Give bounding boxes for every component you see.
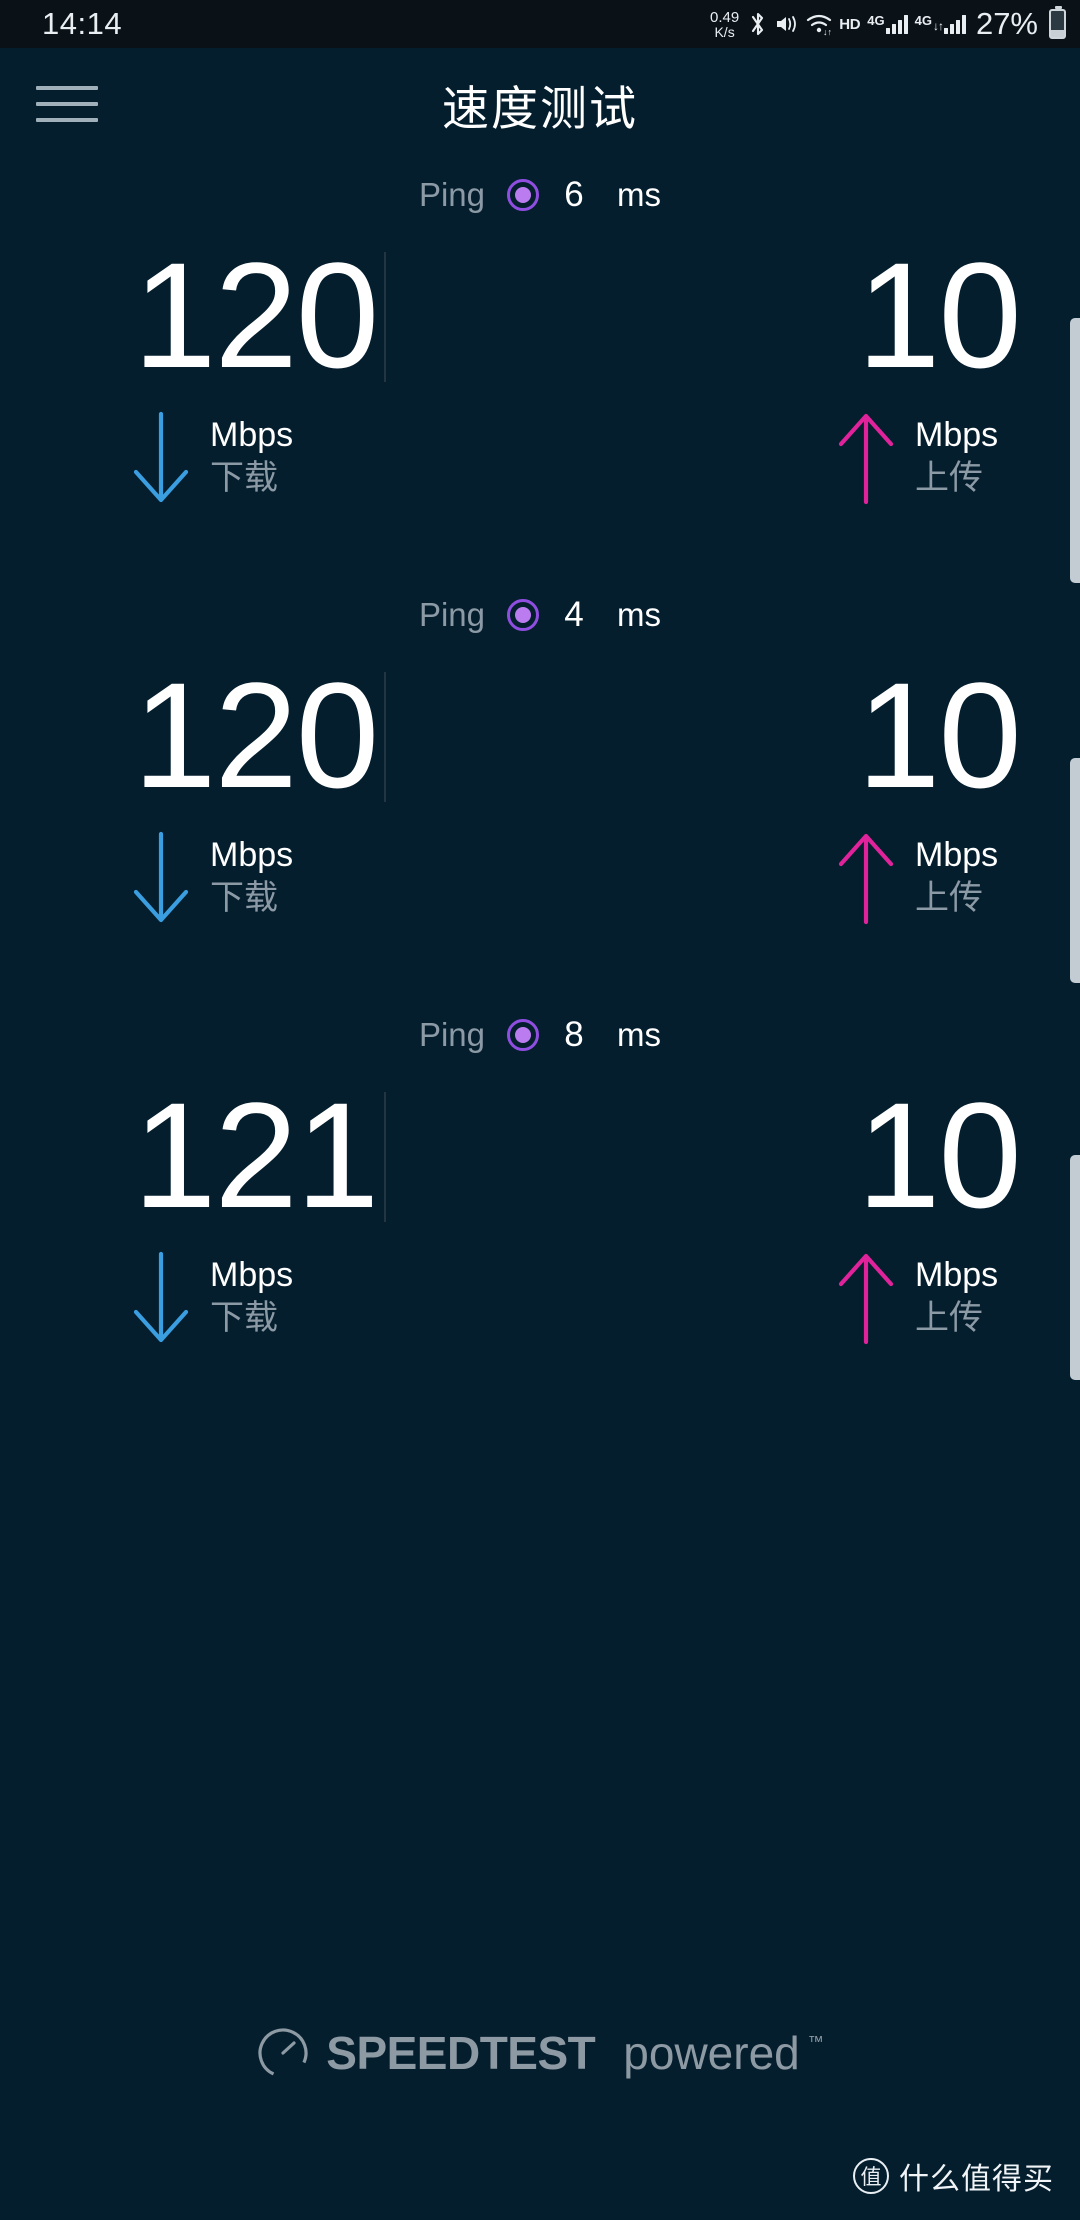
sim2-network-type-label: 4G [914,13,932,28]
signal-bars-sim2-icon: 4G ↓↑ [915,14,966,34]
upload-arrow-icon [838,413,894,505]
speedtest-brand: SPEEDTEST powered ™ [0,2026,1080,2080]
ping-value: 4 [564,595,584,634]
download-result: 120 Mbps 下载 [0,230,379,580]
download-label: 下载 [210,1298,278,1337]
ping-indicator-icon [507,1019,540,1051]
download-unit: Mbps [210,1256,294,1294]
watermark-text: 什么值得买 [899,2163,1054,2196]
ping-row: Ping 6 ms [0,160,1080,230]
bluetooth-icon [748,11,768,37]
svg-text:↓↑: ↓↑ [823,27,832,36]
upload-arrow-icon [838,1253,894,1345]
battery-icon [1049,6,1066,39]
signal-bars-sim1-icon: 4G [867,13,908,34]
sim1-network-type-label: 4G [867,13,885,28]
upload-arrow-icon [838,833,894,925]
upload-value: 10 [857,231,1022,399]
brand-name: SPEEDTEST [326,2027,596,2079]
upload-unit: Mbps [915,1256,999,1294]
scroll-indicator[interactable] [1070,1155,1080,1380]
network-rate-value: 0.49 [709,8,740,26]
ping-value: 6 [564,175,584,214]
download-arrow-icon [133,1251,189,1343]
upload-result: 10 Mbps 上传 [355,230,1080,580]
upload-label: 上传 [915,878,983,917]
download-arrow-icon [133,831,189,923]
ping-label: Ping [418,596,486,633]
ping-unit: ms [617,596,662,633]
scroll-indicator[interactable] [1070,318,1080,583]
download-value: 120 [133,651,379,819]
ping-indicator-icon [507,179,540,211]
upload-unit: Mbps [915,836,999,874]
result-block[interactable]: 120 Mbps 下载 10 Mbps 上传 [0,650,1080,1000]
download-unit: Mbps [210,836,294,874]
speedometer-icon [258,2028,308,2078]
upload-label: 上传 [915,1298,983,1337]
trademark-symbol: ™ [807,2034,824,2051]
ping-value: 8 [564,1015,584,1054]
battery-percent-label: 27% [975,6,1038,41]
download-label: 下载 [210,878,278,917]
hd-icon: HD [839,15,861,33]
data-transfer-arrows-icon: ↓↑ [932,19,944,33]
download-arrow-icon [133,411,189,503]
ping-label: Ping [418,1016,486,1053]
download-value: 120 [133,231,379,399]
hamburger-menu-icon[interactable] [36,82,98,126]
upload-value: 10 [857,1071,1022,1239]
network-rate-unit: K/s [714,23,735,40]
status-bar: 14:14 0.49 K/s ↓↑ HD 4G 4G ↓↑ 27% [0,0,1080,48]
download-label: 下载 [210,458,278,497]
network-rate-indicator: 0.49 K/s [710,10,739,39]
download-value: 121 [133,1071,379,1239]
wifi-icon: ↓↑ [806,12,832,36]
status-bar-icons: 0.49 K/s ↓↑ HD 4G 4G ↓↑ 27% [710,0,1066,48]
download-unit: Mbps [210,416,294,454]
ping-unit: ms [617,176,662,213]
watermark: 值 什么值得买 [853,2154,1054,2198]
ping-row: Ping 4 ms [0,580,1080,650]
upload-label: 上传 [915,458,983,497]
status-clock: 14:14 [42,6,123,41]
ping-indicator-icon [507,599,540,631]
upload-value: 10 [857,651,1022,819]
watermark-badge-icon: 值 [853,2158,889,2194]
download-result: 121 Mbps 下载 [0,1070,379,1420]
app-header: 速度测试 [0,48,1080,160]
upload-unit: Mbps [915,416,999,454]
upload-result: 10 Mbps 上传 [355,650,1080,1000]
scroll-indicator[interactable] [1070,758,1080,983]
brand-tagline: powered [623,2027,800,2079]
upload-result: 10 Mbps 上传 [355,1070,1080,1420]
download-result: 120 Mbps 下载 [0,650,379,1000]
page-title: 速度测试 [442,81,638,135]
ping-unit: ms [617,1016,662,1053]
result-block[interactable]: 121 Mbps 下载 10 Mbps 上传 [0,1070,1080,1420]
ping-label: Ping [418,176,486,213]
mute-vibrate-icon [775,12,799,36]
ping-row: Ping 8 ms [0,1000,1080,1070]
result-block[interactable]: 120 Mbps 下载 10 Mbps 上传 [0,230,1080,580]
